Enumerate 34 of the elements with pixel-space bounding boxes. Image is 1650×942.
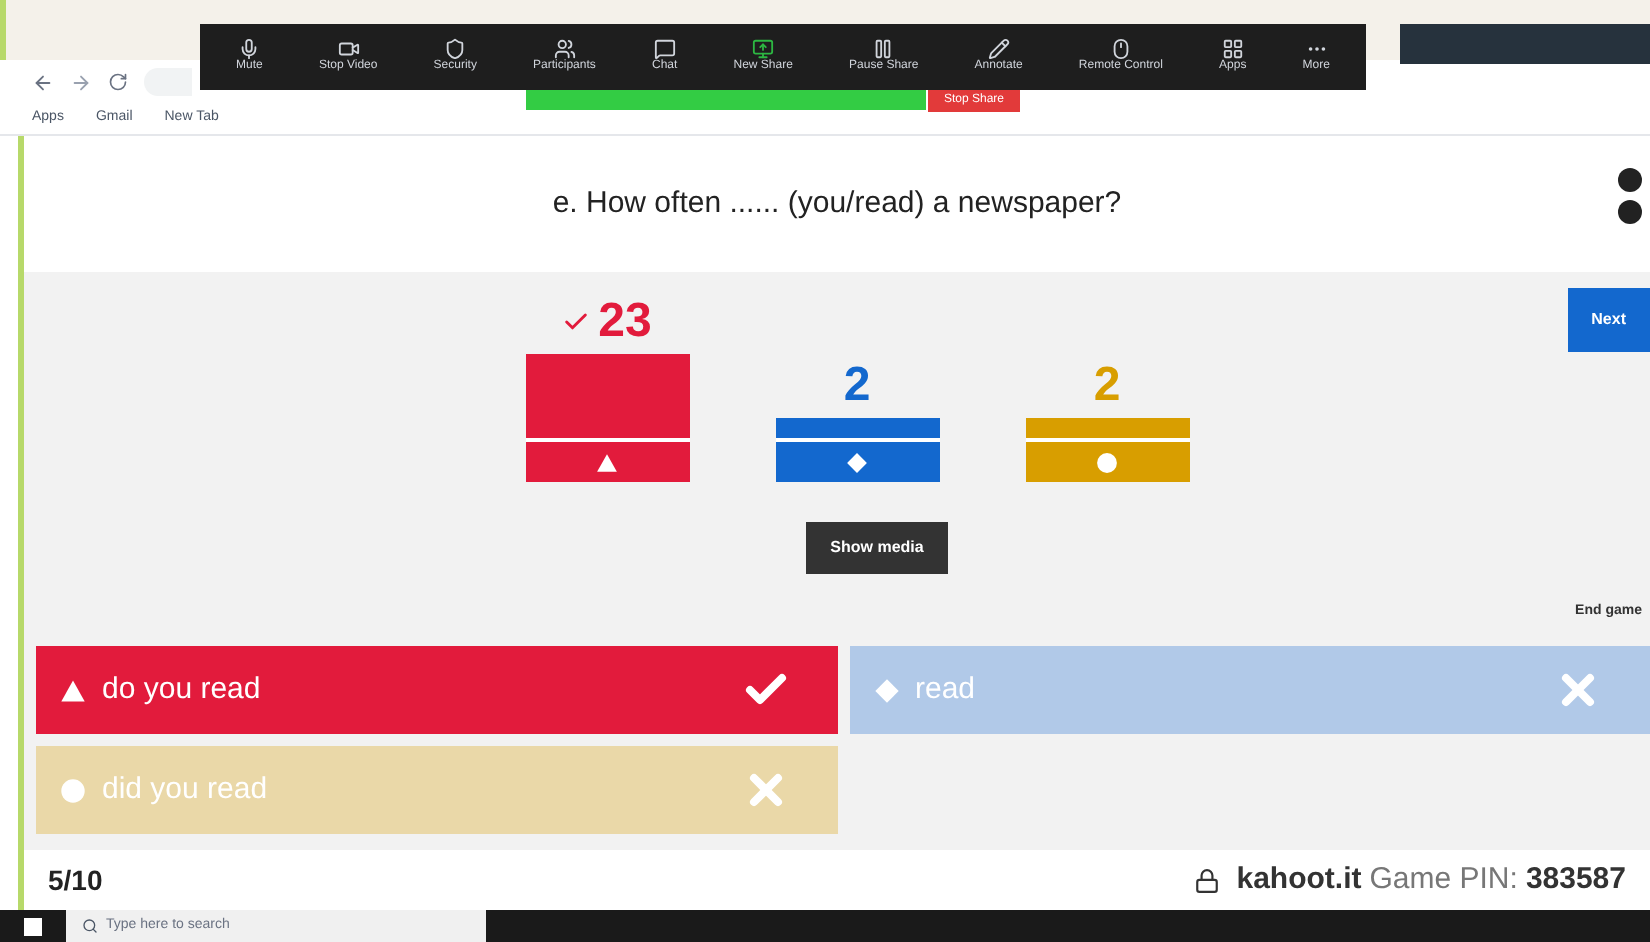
answer-text: read [915,669,978,710]
pin-label: Game PIN: [1369,859,1518,900]
diamond-icon [873,677,899,703]
back-icon[interactable] [32,71,54,93]
site-name: kahoot.it [1236,859,1362,900]
pencil-icon [987,38,1010,61]
answer-text: do you read [102,669,263,710]
triangle-icon [60,677,86,703]
answer-text: did you read [102,769,270,810]
next-button[interactable]: Next [1567,288,1650,352]
reload-icon[interactable] [108,72,128,92]
people-icon [553,38,576,61]
start-icon[interactable] [24,917,42,935]
answer-count: 2 [843,362,871,410]
question-text: e. How often ...... (you/read) a newspaper? [552,183,1122,224]
grid-icon [1221,38,1244,61]
search-icon [82,918,98,934]
triangle-icon [596,451,618,473]
answer-count: 23 [598,298,652,346]
circle-icon [60,777,86,803]
video-camera-icon [337,38,360,61]
circle-icon [1096,451,1118,473]
game-pin: 383587 [1525,859,1626,900]
answer-count: 2 [1093,362,1121,410]
mouse-icon [1109,38,1132,61]
forward-icon[interactable] [70,71,92,93]
shield-icon [444,38,467,61]
chat-bubble-icon [653,38,676,61]
screen-share-icon [752,38,775,61]
microphone-icon [238,38,261,61]
lock-icon [1194,867,1221,893]
pause-icon [872,38,895,61]
diamond-icon [846,451,868,473]
show-media-button[interactable]: Show media [806,522,948,574]
